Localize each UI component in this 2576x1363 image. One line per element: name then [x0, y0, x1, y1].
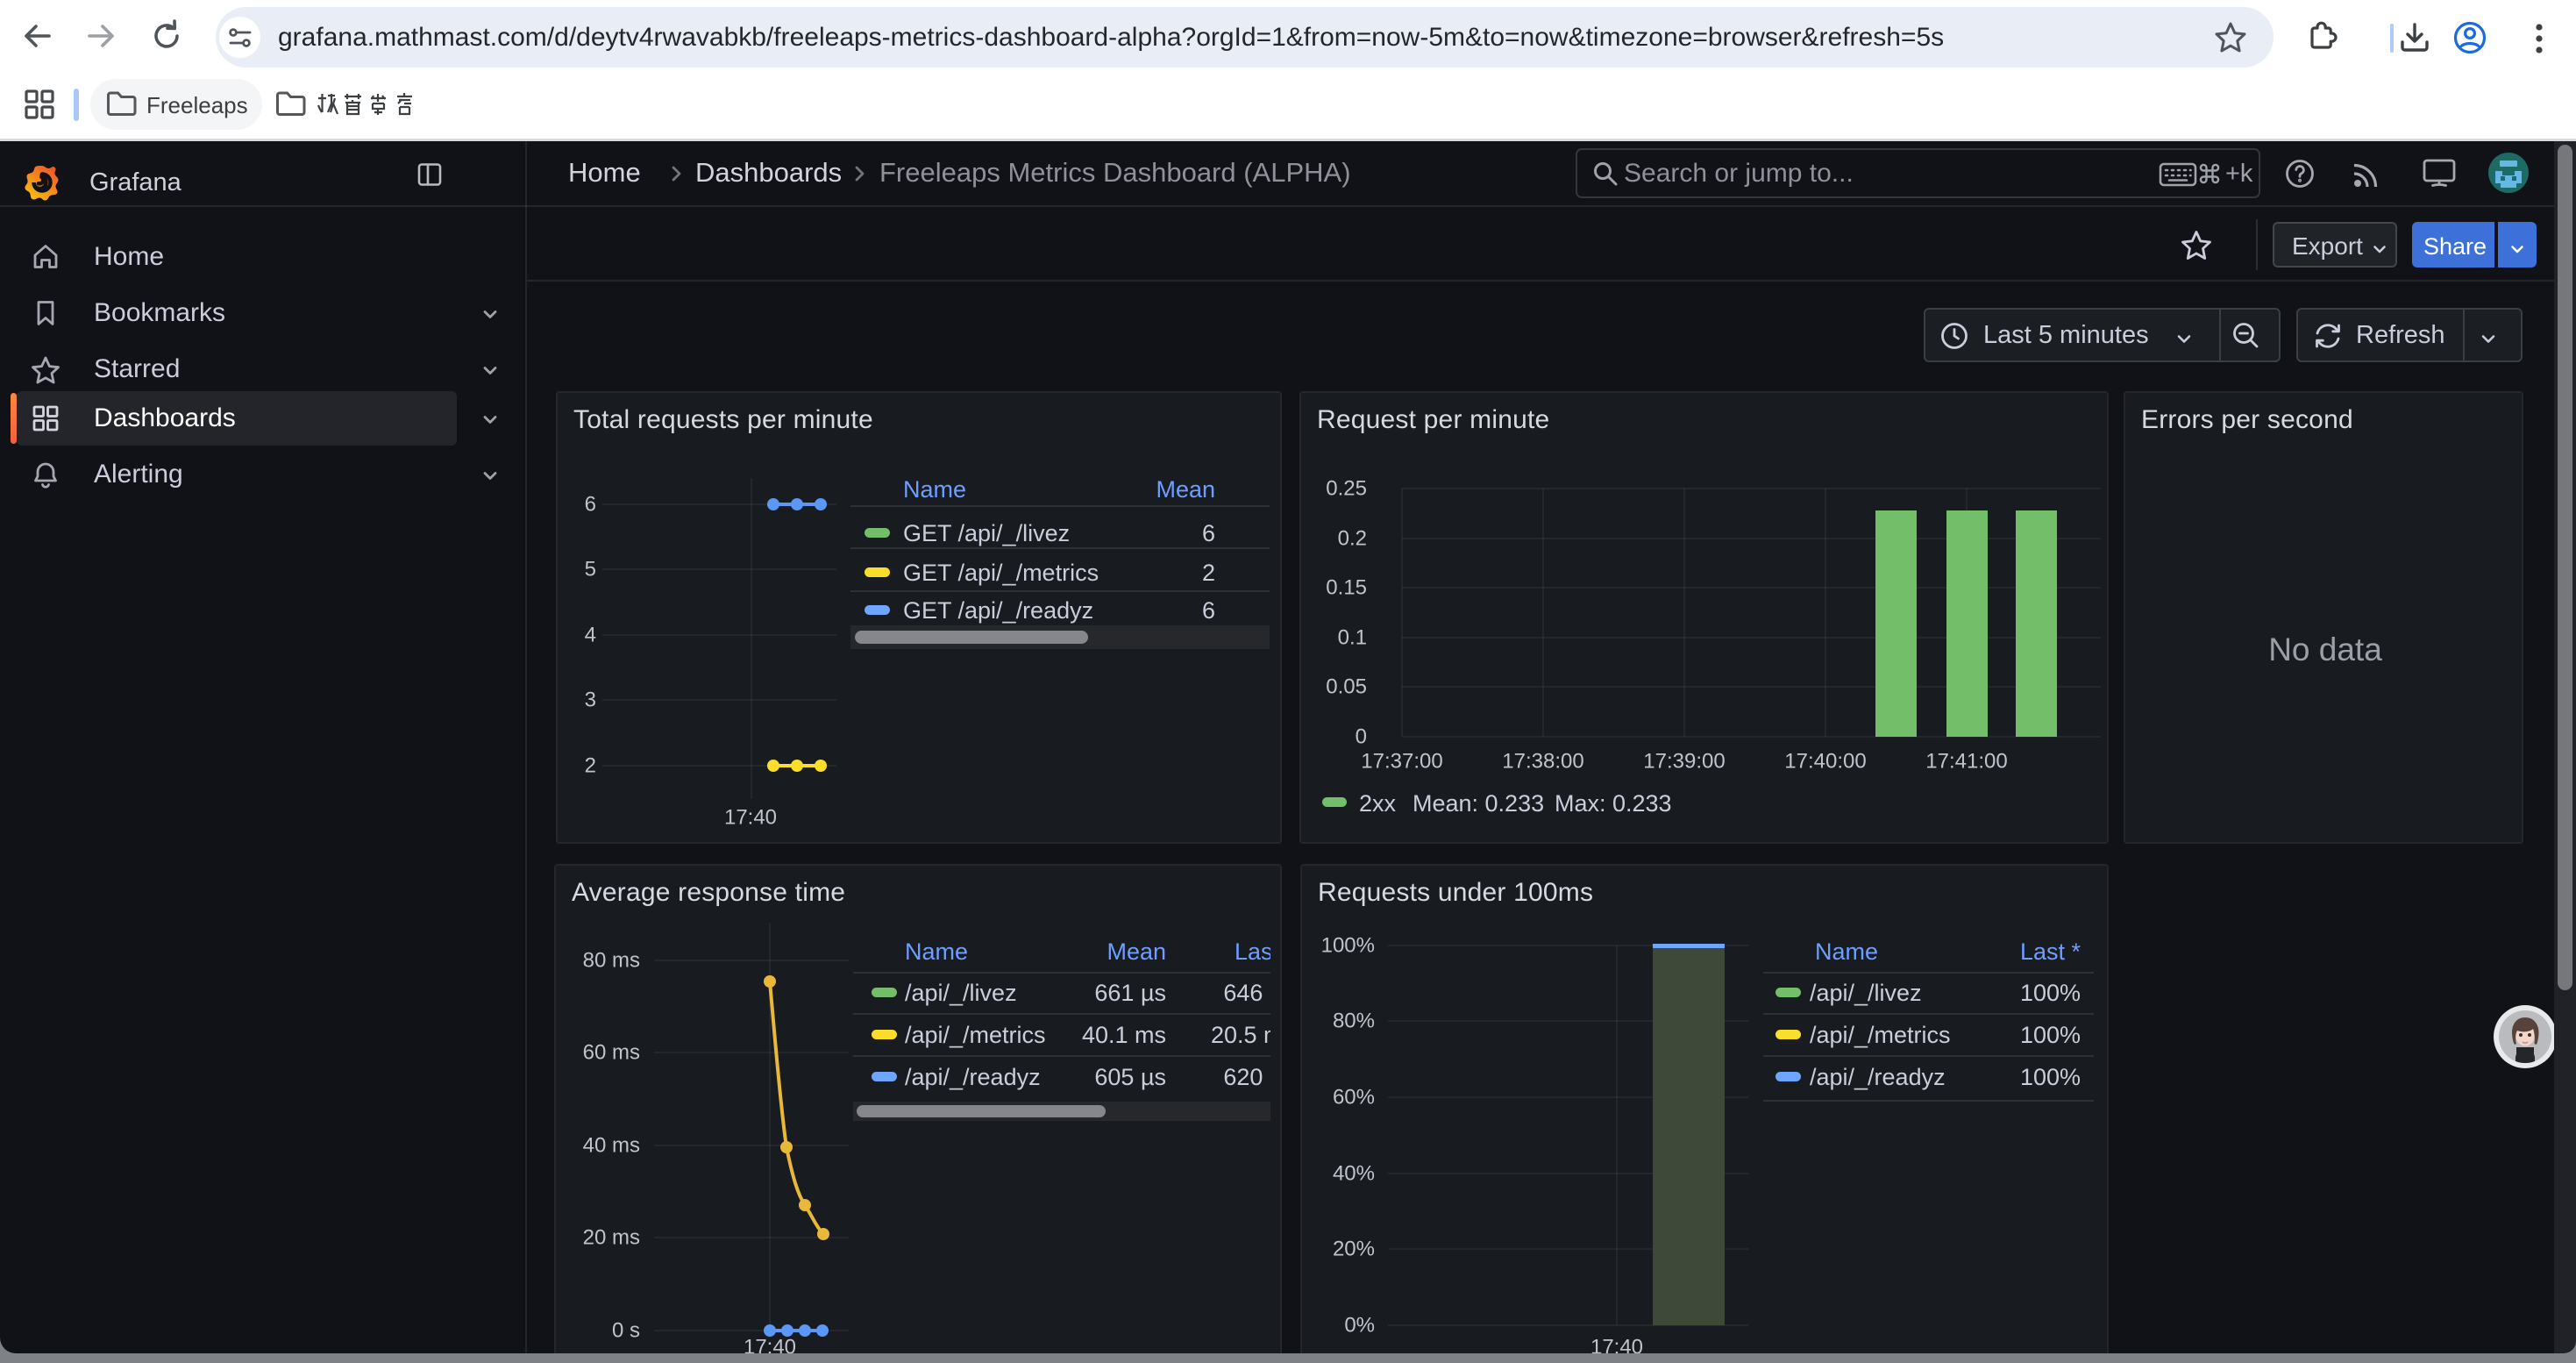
svg-text:0%: 0%: [1344, 1314, 1375, 1338]
svg-text:17:40: 17:40: [744, 1336, 796, 1354]
svg-text:80%: 80%: [1333, 1010, 1375, 1033]
svg-text:0.05: 0.05: [1326, 675, 1367, 699]
svg-text:0: 0: [1356, 725, 1367, 749]
svg-text:17:40:00: 17:40:00: [1784, 750, 1866, 774]
svg-text:4: 4: [585, 624, 596, 647]
svg-text:20%: 20%: [1333, 1238, 1375, 1261]
svg-text:17:40: 17:40: [724, 806, 777, 830]
svg-text:5: 5: [585, 558, 596, 582]
svg-text:60 ms: 60 ms: [583, 1041, 640, 1065]
svg-text:17:37:00: 17:37:00: [1361, 750, 1442, 774]
svg-text:17:38:00: 17:38:00: [1502, 750, 1583, 774]
svg-text:0.25: 0.25: [1326, 477, 1367, 501]
svg-text:20 ms: 20 ms: [583, 1226, 640, 1250]
svg-text:17:41:00: 17:41:00: [1925, 750, 2007, 774]
svg-text:2: 2: [585, 754, 596, 778]
svg-text:3: 3: [585, 689, 596, 712]
svg-text:40 ms: 40 ms: [583, 1134, 640, 1158]
svg-text:0 s: 0 s: [612, 1319, 640, 1343]
svg-text:17:39:00: 17:39:00: [1643, 750, 1725, 774]
svg-text:40%: 40%: [1333, 1162, 1375, 1186]
svg-text:0.15: 0.15: [1326, 576, 1367, 600]
svg-text:100%: 100%: [1321, 934, 1375, 958]
svg-text:80 ms: 80 ms: [583, 949, 640, 973]
svg-text:17:40: 17:40: [1590, 1336, 1643, 1354]
svg-text:6: 6: [585, 493, 596, 517]
svg-text:60%: 60%: [1333, 1086, 1375, 1110]
svg-text:0.1: 0.1: [1338, 626, 1367, 650]
svg-text:0.2: 0.2: [1338, 527, 1367, 551]
